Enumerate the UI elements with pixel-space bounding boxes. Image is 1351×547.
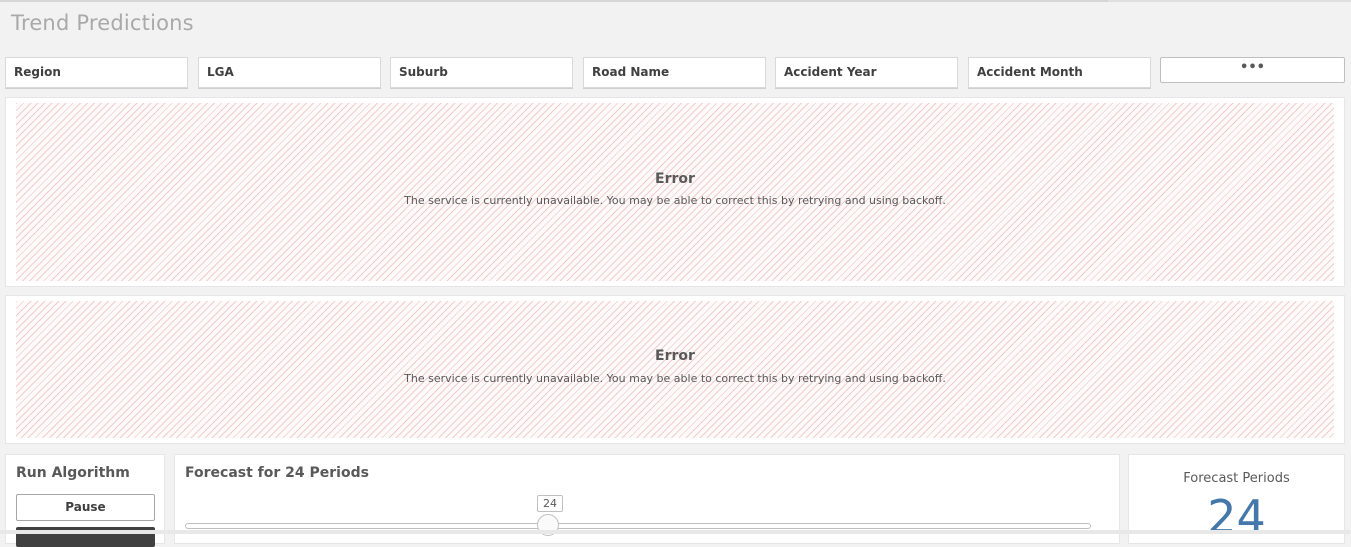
filter-label: Road Name [592,65,670,79]
error-message: The service is currently unavailable. Yo… [404,194,946,207]
error-panel-1: Error The service is currently unavailab… [5,97,1345,287]
filter-label: LGA [207,65,234,79]
filter-lga[interactable]: LGA [198,57,381,88]
bottom-border [0,530,1351,534]
filter-label: Accident Year [784,65,877,79]
error-pattern: Error The service is currently unavailab… [16,103,1334,281]
error-pattern: Error The service is currently unavailab… [16,301,1334,438]
filter-label: Accident Month [977,65,1083,79]
top-border [0,0,1351,2]
filter-road-name[interactable]: Road Name [583,57,766,88]
kpi-value: 24 [1207,490,1266,544]
sheet-title: Trend Predictions [11,11,194,35]
filter-accident-year[interactable]: Accident Year [775,57,958,88]
filter-region[interactable]: Region [5,57,188,88]
run-algorithm-title: Run Algorithm [16,465,130,481]
pause-button[interactable]: Pause [16,494,155,521]
error-title: Error [655,171,695,187]
filter-accident-month[interactable]: Accident Month [968,57,1151,88]
slider-value-bubble: 24 [537,495,563,512]
error-panel-2: Error The service is currently unavailab… [5,295,1345,444]
forecast-slider-title: Forecast for 24 Periods [185,465,369,481]
filter-label: Suburb [399,65,448,79]
more-filters-button[interactable]: ••• [1160,57,1345,83]
forecast-slider-track[interactable] [185,523,1091,529]
kpi-label: Forecast Periods [1183,471,1290,486]
filter-suburb[interactable]: Suburb [390,57,573,88]
error-title: Error [655,348,695,364]
error-message: The service is currently unavailable. Yo… [404,372,946,385]
filter-label: Region [14,65,61,79]
